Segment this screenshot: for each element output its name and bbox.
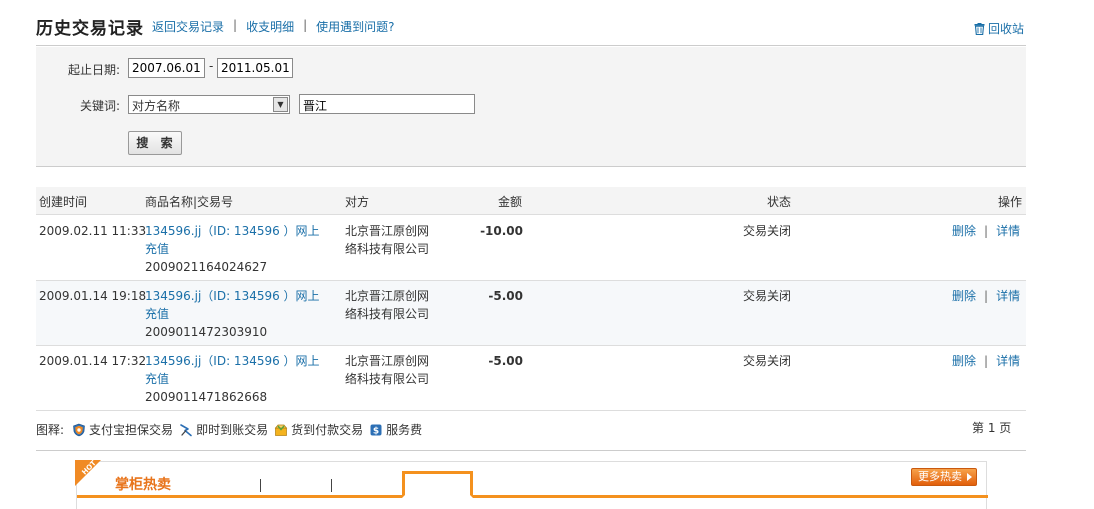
delete-link[interactable]: 删除 bbox=[952, 224, 976, 238]
ops-separator: | bbox=[984, 289, 989, 303]
income-expense-link[interactable]: 收支明细 bbox=[246, 18, 294, 35]
delete-link[interactable]: 删除 bbox=[952, 289, 976, 303]
col-time: 创建时间 bbox=[39, 195, 88, 209]
trade-number: 2009011472303910 bbox=[145, 325, 268, 339]
chevron-down-icon[interactable]: ▼ bbox=[273, 97, 288, 112]
row-item: 134596.jj（ID: 134596 ）网上充值 2009011471862… bbox=[145, 352, 320, 406]
back-to-trades-link[interactable]: 返回交易记录 bbox=[152, 18, 224, 35]
legend-item: 货到付款交易 bbox=[274, 421, 363, 438]
row-ops: 删除 | 详情 bbox=[952, 352, 1020, 370]
page-header: 历史交易记录 返回交易记录 | 收支明细 | 使用遇到问题? 回收站 bbox=[36, 12, 1026, 46]
more-hot-button[interactable]: 更多热卖 bbox=[911, 468, 977, 486]
detail-link[interactable]: 详情 bbox=[996, 289, 1020, 303]
keyword-type-value: 对方名称 bbox=[132, 99, 181, 113]
hot-badge-icon: HOT bbox=[75, 460, 101, 486]
header-links: 返回交易记录 | 收支明细 | 使用遇到问题? bbox=[152, 18, 395, 35]
legend-escrow: 支付宝担保交易 bbox=[89, 423, 174, 437]
trade-number: 2009021164024627 bbox=[145, 260, 268, 274]
detail-link[interactable]: 详情 bbox=[996, 354, 1020, 368]
legend: 图释: 支付宝担保交易 即时到账交易 货到付款交易 $ 服务费 bbox=[36, 421, 428, 438]
hot-title: 掌柜热卖 bbox=[115, 477, 171, 493]
row-party: 北京晋江原创网络科技有限公司 bbox=[345, 224, 430, 256]
table-row: 2009.02.11 11:33 134596.jj（ID: 134596 ）网… bbox=[36, 216, 1026, 281]
col-party: 对方 bbox=[345, 195, 370, 209]
link-separator: | bbox=[233, 18, 238, 32]
row-party: 北京晋江原创网络科技有限公司 bbox=[345, 354, 430, 386]
row-time: 2009.02.11 11:33 bbox=[39, 224, 147, 238]
package-icon bbox=[274, 424, 288, 436]
svg-text:$: $ bbox=[373, 426, 379, 436]
table-header: 创建时间 商品名称|交易号 对方 金额 状态 操作 bbox=[36, 187, 1026, 215]
table-row: 2009.01.14 17:32 134596.jj（ID: 134596 ）网… bbox=[36, 346, 1026, 411]
row-time: 2009.01.14 19:18 bbox=[39, 289, 147, 303]
col-status: 状态 bbox=[767, 195, 792, 209]
ops-separator: | bbox=[984, 354, 989, 368]
service-fee-icon: $ bbox=[370, 424, 382, 436]
date-dash: - bbox=[209, 59, 214, 73]
row-amount: -5.00 bbox=[488, 354, 523, 368]
row-item: 134596.jj（ID: 134596 ）网上充值 2009011472303… bbox=[145, 287, 320, 341]
item-link[interactable]: 134596.jj（ID: 134596 ）网上充值 bbox=[145, 224, 320, 256]
search-button[interactable]: 搜 索 bbox=[128, 131, 182, 155]
row-item: 134596.jj（ID: 134596 ）网上充值 2009021164024… bbox=[145, 222, 320, 276]
tab-separator bbox=[331, 479, 332, 492]
legend-item: $ 服务费 bbox=[369, 421, 422, 438]
keyword-label: 关键词: bbox=[80, 99, 121, 113]
tab-underline bbox=[77, 495, 988, 498]
more-hot-label: 更多热卖 bbox=[918, 470, 962, 483]
hot-panel: HOT 掌柜热卖 更多热卖 bbox=[75, 460, 988, 509]
legend-service-fee: 服务费 bbox=[386, 423, 423, 437]
row-ops: 删除 | 详情 bbox=[952, 222, 1020, 240]
page-indicator: 第 1 页 bbox=[972, 421, 1012, 435]
help-link[interactable]: 使用遇到问题? bbox=[316, 18, 394, 35]
item-link[interactable]: 134596.jj（ID: 134596 ）网上充值 bbox=[145, 289, 320, 321]
keyword-input[interactable]: 晋江 bbox=[299, 94, 475, 114]
legend-instant: 即时到账交易 bbox=[196, 423, 269, 437]
legend-cod: 货到付款交易 bbox=[291, 423, 364, 437]
row-time: 2009.01.14 17:32 bbox=[39, 354, 147, 368]
row-party: 北京晋江原创网络科技有限公司 bbox=[345, 289, 430, 321]
trade-number: 2009011471862668 bbox=[145, 390, 268, 404]
legend-label: 图释: bbox=[36, 423, 65, 437]
active-tab[interactable] bbox=[402, 471, 473, 498]
page-title: 历史交易记录 bbox=[36, 19, 144, 39]
row-status: 交易关闭 bbox=[743, 354, 792, 368]
legend-item: 支付宝担保交易 bbox=[72, 421, 173, 438]
row-status: 交易关闭 bbox=[743, 289, 792, 303]
legend-item: 即时到账交易 bbox=[179, 421, 268, 438]
lightning-icon bbox=[180, 423, 192, 436]
col-amount: 金额 bbox=[498, 195, 523, 209]
item-link[interactable]: 134596.jj（ID: 134596 ）网上充值 bbox=[145, 354, 320, 386]
keyword-type-select[interactable]: 对方名称 ▼ bbox=[128, 95, 290, 114]
ops-separator: | bbox=[984, 224, 989, 238]
row-amount: -5.00 bbox=[488, 289, 523, 303]
chevron-right-icon bbox=[967, 473, 972, 481]
recycle-bin-label: 回收站 bbox=[987, 22, 1024, 36]
tab-separator bbox=[260, 479, 261, 492]
date-range-label: 起止日期: bbox=[68, 63, 121, 77]
row-amount: -10.00 bbox=[480, 224, 523, 238]
trash-icon bbox=[974, 22, 985, 35]
bottom-section: HOT 掌柜热卖 更多热卖 bbox=[36, 450, 1026, 509]
table-row: 2009.01.14 19:18 134596.jj（ID: 134596 ）网… bbox=[36, 281, 1026, 346]
delete-link[interactable]: 删除 bbox=[952, 354, 976, 368]
recycle-bin-link[interactable]: 回收站 bbox=[974, 20, 1024, 37]
detail-link[interactable]: 详情 bbox=[996, 224, 1020, 238]
row-status: 交易关闭 bbox=[743, 224, 792, 238]
row-ops: 删除 | 详情 bbox=[952, 287, 1020, 305]
link-separator: | bbox=[303, 18, 308, 32]
shield-icon bbox=[73, 423, 85, 436]
date-from-input[interactable]: 2007.06.01 bbox=[128, 58, 205, 78]
date-to-input[interactable]: 2011.05.01 bbox=[217, 58, 293, 78]
col-item: 商品名称|交易号 bbox=[145, 195, 234, 209]
col-ops: 操作 bbox=[998, 195, 1023, 209]
filter-panel: 起止日期: 2007.06.01 - 2011.05.01 关键词: 对方名称 … bbox=[36, 47, 1026, 167]
